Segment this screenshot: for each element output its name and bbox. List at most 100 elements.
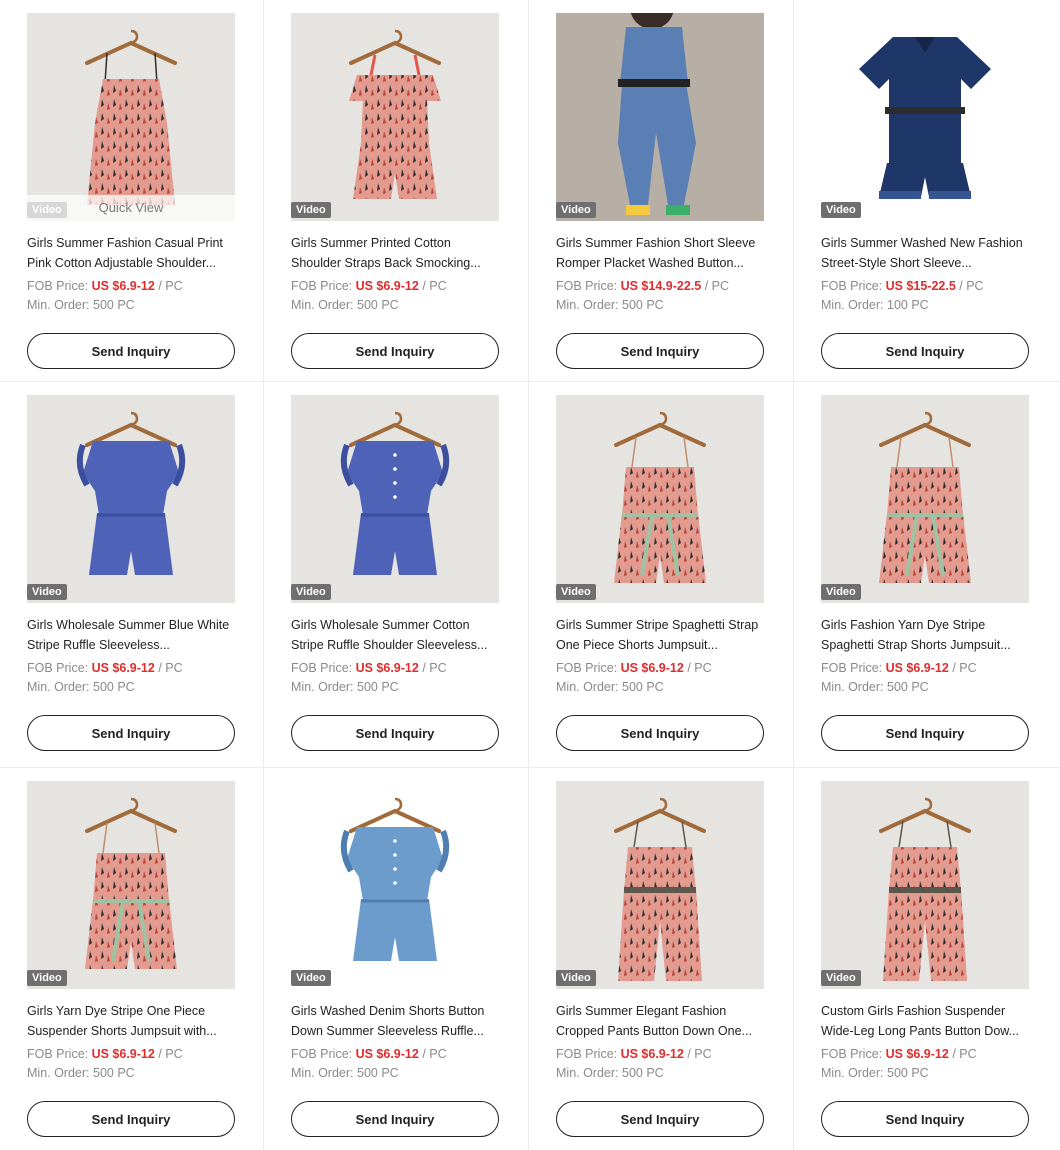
fob-price: FOB Price: US $6.9-12 / PC [27, 659, 236, 678]
min-order: Min. Order: 500 PC [27, 678, 236, 697]
min-order-value: 500 PC [93, 680, 135, 694]
product-image[interactable]: Video [556, 781, 764, 989]
min-order-value: 500 PC [357, 1066, 399, 1080]
video-badge[interactable]: Video [821, 970, 861, 986]
fob-price-label: FOB Price: [27, 279, 92, 293]
product-title[interactable]: Girls Wholesale Summer Blue White Stripe… [27, 615, 236, 655]
fob-price: FOB Price: US $6.9-12 / PC [291, 1045, 501, 1064]
video-badge[interactable]: Video [27, 584, 67, 600]
fob-price-label: FOB Price: [27, 661, 92, 675]
fob-price-label: FOB Price: [556, 279, 621, 293]
product-title[interactable]: Girls Summer Washed New Fashion Street-S… [821, 233, 1033, 273]
product-photo [556, 781, 764, 989]
price-unit: / PC [952, 1047, 977, 1061]
product-image[interactable]: Video [821, 781, 1029, 989]
send-inquiry-button[interactable]: Send Inquiry [556, 333, 764, 369]
product-image[interactable]: Video [291, 395, 499, 603]
video-badge[interactable]: Video [821, 584, 861, 600]
product-image[interactable]: Video [291, 13, 499, 221]
min-order-label: Min. Order: [821, 680, 887, 694]
product-title[interactable]: Girls Wholesale Summer Cotton Stripe Ruf… [291, 615, 501, 655]
video-badge[interactable]: Video [291, 970, 331, 986]
product-grid: Video Quick View Girls Summer Fashion Ca… [0, 0, 1060, 1150]
min-order-label: Min. Order: [556, 680, 622, 694]
product-title[interactable]: Girls Summer Fashion Casual Print Pink C… [27, 233, 236, 273]
min-order-value: 500 PC [622, 1066, 664, 1080]
send-inquiry-button[interactable]: Send Inquiry [821, 715, 1029, 751]
send-inquiry-button[interactable]: Send Inquiry [556, 1101, 764, 1137]
price-unit: / PC [422, 661, 447, 675]
product-title[interactable]: Girls Summer Printed Cotton Shoulder Str… [291, 233, 501, 273]
price-unit: / PC [422, 1047, 447, 1061]
product-card-7: Video Girls Summer Stripe Spaghetti Stra… [529, 382, 794, 768]
price-unit: / PC [952, 661, 977, 675]
product-image[interactable]: Video [27, 781, 235, 989]
product-title[interactable]: Custom Girls Fashion Suspender Wide-Leg … [821, 1001, 1033, 1041]
send-inquiry-button[interactable]: Send Inquiry [291, 1101, 499, 1137]
product-card-3: Video Girls Summer Fashion Short Sleeve … [529, 0, 794, 382]
min-order-label: Min. Order: [27, 1066, 93, 1080]
price-value: US $6.9-12 [355, 1047, 423, 1061]
product-image[interactable]: Video [556, 13, 764, 221]
send-inquiry-button[interactable]: Send Inquiry [27, 333, 235, 369]
video-badge[interactable]: Video [291, 584, 331, 600]
fob-price-label: FOB Price: [27, 1047, 92, 1061]
fob-price: FOB Price: US $6.9-12 / PC [821, 1045, 1033, 1064]
video-badge[interactable]: Video [291, 202, 331, 218]
product-title[interactable]: Girls Summer Elegant Fashion Cropped Pan… [556, 1001, 766, 1041]
min-order-value: 500 PC [887, 1066, 929, 1080]
product-photo [27, 395, 235, 603]
product-title[interactable]: Girls Washed Denim Shorts Button Down Su… [291, 1001, 501, 1041]
send-inquiry-button[interactable]: Send Inquiry [27, 715, 235, 751]
fob-price-label: FOB Price: [556, 1047, 621, 1061]
price-value: US $6.9-12 [620, 1047, 688, 1061]
min-order-value: 500 PC [622, 298, 664, 312]
product-title[interactable]: Girls Summer Fashion Short Sleeve Romper… [556, 233, 766, 273]
send-inquiry-button[interactable]: Send Inquiry [27, 1101, 235, 1137]
min-order-label: Min. Order: [821, 1066, 887, 1080]
min-order-value: 500 PC [93, 1066, 135, 1080]
product-title[interactable]: Girls Summer Stripe Spaghetti Strap One … [556, 615, 766, 655]
video-badge[interactable]: Video [556, 970, 596, 986]
video-badge[interactable]: Video [556, 584, 596, 600]
quick-view-button[interactable]: Quick View [27, 195, 235, 221]
product-card-12: Video Custom Girls Fashion Suspender Wid… [794, 768, 1060, 1150]
video-badge[interactable]: Video [821, 202, 861, 218]
product-image[interactable]: Video [556, 395, 764, 603]
price-value: US $15-22.5 [885, 279, 960, 293]
video-badge[interactable]: Video [27, 970, 67, 986]
price-value: US $14.9-22.5 [620, 279, 705, 293]
product-image[interactable]: Video [821, 13, 1029, 221]
price-value: US $6.9-12 [355, 661, 423, 675]
fob-price: FOB Price: US $6.9-12 / PC [556, 659, 766, 678]
send-inquiry-button[interactable]: Send Inquiry [821, 1101, 1029, 1137]
min-order: Min. Order: 500 PC [556, 1064, 766, 1083]
send-inquiry-button[interactable]: Send Inquiry [821, 333, 1029, 369]
product-image[interactable]: Video [291, 781, 499, 989]
price-value: US $6.9-12 [91, 279, 159, 293]
product-card-4: Video Girls Summer Washed New Fashion St… [794, 0, 1060, 382]
product-card-5: Video Girls Wholesale Summer Blue White … [0, 382, 264, 768]
fob-price: FOB Price: US $14.9-22.5 / PC [556, 277, 766, 296]
min-order-label: Min. Order: [556, 1066, 622, 1080]
fob-price-label: FOB Price: [291, 279, 356, 293]
price-value: US $6.9-12 [620, 661, 688, 675]
price-unit: / PC [158, 1047, 183, 1061]
product-title[interactable]: Girls Fashion Yarn Dye Stripe Spaghetti … [821, 615, 1033, 655]
product-card-9: Video Girls Yarn Dye Stripe One Piece Su… [0, 768, 264, 1150]
min-order: Min. Order: 500 PC [556, 678, 766, 697]
product-card-6: Video Girls Wholesale Summer Cotton Stri… [264, 382, 529, 768]
product-image[interactable]: Video Quick View [27, 13, 235, 221]
video-badge[interactable]: Video [556, 202, 596, 218]
product-title[interactable]: Girls Yarn Dye Stripe One Piece Suspende… [27, 1001, 236, 1041]
product-card-1: Video Quick View Girls Summer Fashion Ca… [0, 0, 264, 382]
send-inquiry-button[interactable]: Send Inquiry [291, 715, 499, 751]
min-order-value: 500 PC [357, 680, 399, 694]
product-image[interactable]: Video [821, 395, 1029, 603]
fob-price: FOB Price: US $6.9-12 / PC [821, 659, 1033, 678]
send-inquiry-button[interactable]: Send Inquiry [291, 333, 499, 369]
send-inquiry-button[interactable]: Send Inquiry [556, 715, 764, 751]
product-photo [821, 13, 1029, 221]
fob-price: FOB Price: US $15-22.5 / PC [821, 277, 1033, 296]
product-image[interactable]: Video [27, 395, 235, 603]
